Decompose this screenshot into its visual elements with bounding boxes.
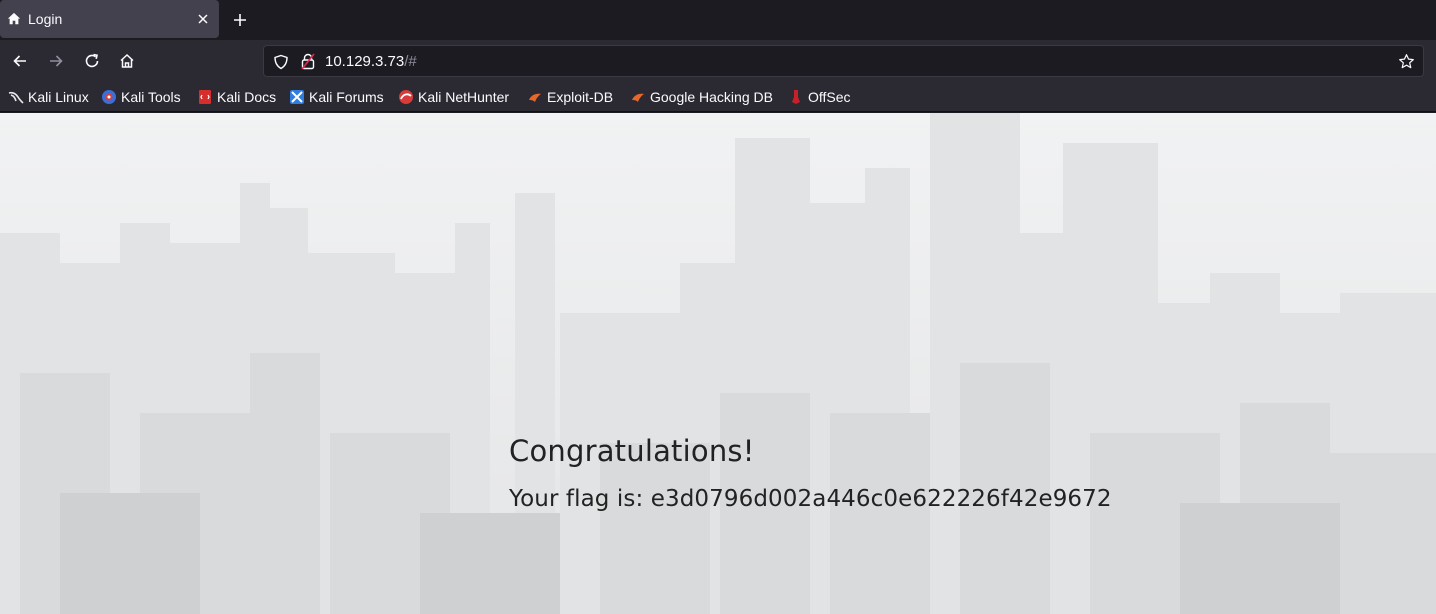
kali-forums-icon <box>290 90 304 104</box>
offsec-icon <box>792 90 800 104</box>
flag-text: Your flag is: e3d0796d002a446c0e622226f4… <box>509 486 1112 512</box>
page-heading: Congratulations! <box>509 434 755 468</box>
bookmark-offsec[interactable]: OffSec <box>788 87 851 107</box>
tab-title: Login <box>28 11 63 27</box>
kali-tools-icon <box>102 90 116 104</box>
bookmarks-toolbar: Kali Linux Kali Tools Kali Docs Kali For… <box>0 82 1436 112</box>
kali-docs-icon <box>199 90 211 104</box>
reload-icon[interactable] <box>83 52 101 70</box>
congratulations-message: Congratulations! Your flag is: e3d0796d0… <box>509 434 1112 512</box>
back-arrow-icon[interactable] <box>11 52 29 70</box>
page-content: Congratulations! Your flag is: e3d0796d0… <box>0 113 1436 614</box>
navigation-toolbar: 10.129.3.73/# <box>0 40 1436 82</box>
city-skyline-background <box>0 113 1436 614</box>
kali-nethunter-icon <box>399 90 413 104</box>
url-bar[interactable]: 10.129.3.73/# <box>263 45 1424 77</box>
close-icon[interactable] <box>195 11 211 27</box>
bookmark-kali-tools[interactable]: Kali Tools <box>101 87 181 107</box>
url-text[interactable]: 10.129.3.73/# <box>325 53 417 70</box>
home-icon[interactable] <box>118 52 136 70</box>
tab-login[interactable]: Login <box>0 0 219 38</box>
bookmark-kali-linux[interactable]: Kali Linux <box>8 87 89 107</box>
bookmark-kali-forums[interactable]: Kali Forums <box>289 87 384 107</box>
tab-strip: Login <box>0 0 1436 40</box>
bookmark-kali-nethunter[interactable]: Kali NetHunter <box>398 87 509 107</box>
shield-icon[interactable] <box>273 54 289 70</box>
bookmark-google-hacking-db[interactable]: Google Hacking DB <box>630 87 773 107</box>
forward-arrow-icon[interactable] <box>47 52 65 70</box>
url-host: 10.129.3.73 <box>325 53 405 70</box>
ghdb-icon <box>632 93 644 102</box>
home-icon <box>7 12 21 25</box>
bookmark-kali-docs[interactable]: Kali Docs <box>197 87 276 107</box>
exploit-db-icon <box>529 93 541 102</box>
kali-dragon-icon <box>8 91 24 104</box>
insecure-lock-icon[interactable] <box>301 53 315 70</box>
star-icon[interactable] <box>1398 53 1415 70</box>
plus-icon[interactable] <box>231 11 249 29</box>
url-path: /# <box>404 53 417 70</box>
bookmark-exploit-db[interactable]: Exploit-DB <box>527 87 613 107</box>
